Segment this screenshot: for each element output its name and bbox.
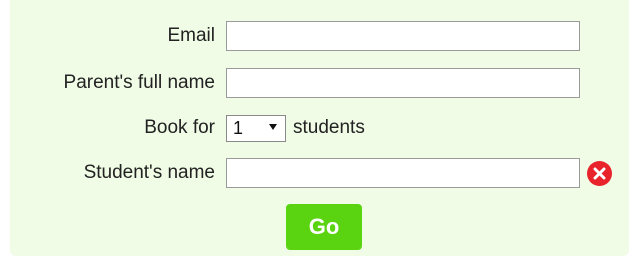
parent-name-label: Parent's full name xyxy=(63,72,215,93)
email-field[interactable] xyxy=(226,21,580,51)
student-name-label: Student's name xyxy=(83,162,215,183)
students-suffix-label: students xyxy=(293,117,365,138)
book-for-label: Book for xyxy=(144,117,215,138)
student-count-select[interactable]: 1 xyxy=(226,114,286,142)
email-label: Email xyxy=(167,25,215,46)
parent-name-row: Parent's full name xyxy=(0,66,629,100)
parent-name-field[interactable] xyxy=(226,68,580,98)
student-name-field[interactable] xyxy=(226,158,580,188)
close-x-icon xyxy=(593,167,606,179)
book-for-row: Book for 1 students xyxy=(0,111,629,145)
remove-student-icon[interactable] xyxy=(587,160,612,186)
email-row: Email xyxy=(0,19,629,53)
chevron-down-icon xyxy=(269,123,277,130)
student-name-row: Student's name xyxy=(0,156,629,190)
go-button[interactable]: Go xyxy=(286,204,362,250)
student-count-value: 1 xyxy=(233,117,244,138)
